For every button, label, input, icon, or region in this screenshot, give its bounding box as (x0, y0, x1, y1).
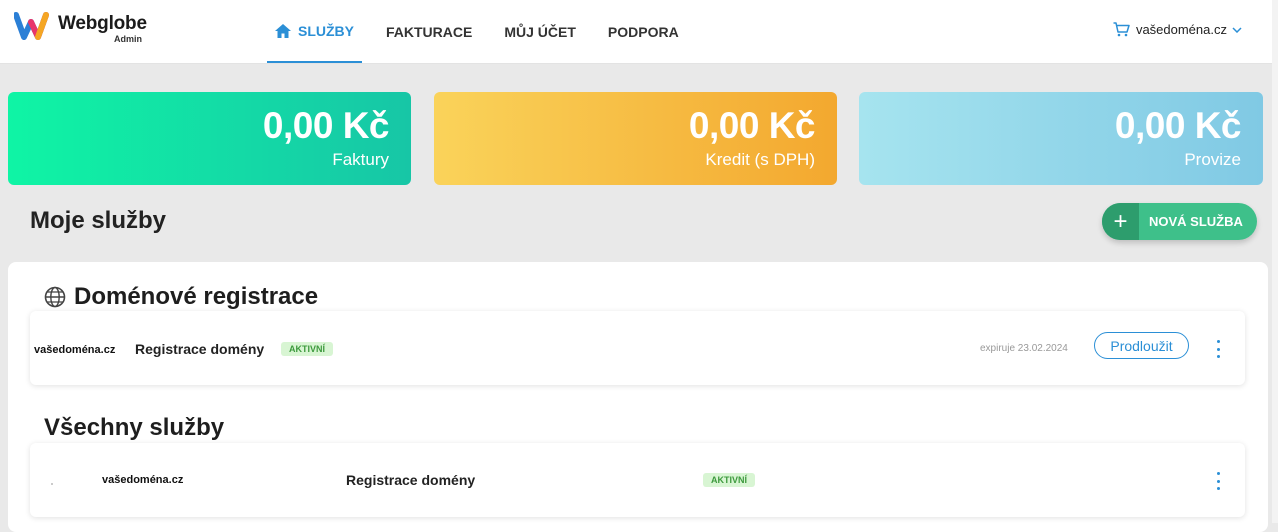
cart-domain-selector[interactable]: vašedoména.cz (1113, 22, 1242, 37)
home-icon (275, 23, 291, 38)
more-options-icon[interactable] (1216, 340, 1220, 358)
stat-card-kredit[interactable]: 0,00 Kč Kredit (s DPH) (434, 92, 837, 185)
stat-label: Kredit (s DPH) (705, 150, 815, 169)
stat-label: Provize (1184, 150, 1241, 169)
renew-button[interactable]: Prodloužit (1094, 332, 1189, 359)
page-title: Moje služby (30, 207, 167, 234)
stat-amount: 0,00 Kč (688, 105, 816, 146)
stat-amount: 0,00 Kč (1114, 105, 1242, 146)
plus-icon: + (1102, 203, 1139, 240)
new-service-button[interactable]: + NOVÁ SLUŽBA (1102, 203, 1257, 240)
stat-card-faktury[interactable]: 0,00 Kč Faktury (8, 92, 411, 185)
cart-domain-label: vašedoména.cz (1135, 22, 1227, 37)
service-name: Registrace domény (346, 472, 476, 488)
globe-icon (44, 286, 66, 308)
domain-logo: vašedoména.cz (34, 344, 116, 356)
section-title-domains: Doménové registrace (44, 283, 318, 311)
nav-label: FAKTURACE (386, 23, 473, 40)
webglobe-logo[interactable]: Webglobe Admin (14, 10, 154, 46)
stat-label: Faktury (332, 150, 389, 169)
top-navigation-bar: Webglobe Admin SLUŽBY FAKTURACE MŮJ ÚČET… (0, 0, 1272, 64)
main-nav: SLUŽBY FAKTURACE MŮJ ÚČET PODPORA (267, 0, 703, 63)
section-title-text: Doménové registrace (74, 283, 319, 310)
cart-icon (1113, 22, 1130, 37)
section-title-all-services: Všechny služby (44, 414, 224, 442)
scrollbar[interactable] (1272, 0, 1278, 523)
stat-card-provize[interactable]: 0,00 Kč Provize (859, 92, 1263, 185)
service-thumbnail (51, 483, 53, 485)
nav-item-muj-ucet[interactable]: MŮJ ÚČET (496, 0, 584, 63)
stat-amount: 0,00 Kč (262, 105, 390, 146)
new-service-label: NOVÁ SLUŽBA (1149, 214, 1243, 229)
chevron-down-icon (1232, 26, 1242, 33)
section-title-text: Všechny služby (44, 414, 225, 441)
more-options-icon[interactable] (1216, 472, 1220, 490)
nav-label: MŮJ ÚČET (504, 23, 576, 40)
domain-logo: vašedoména.cz (102, 474, 184, 486)
domain-registration-row[interactable]: vašedoména.cz Registrace domény AKTIVNÍ … (30, 311, 1245, 385)
status-badge: AKTIVNÍ (281, 342, 333, 356)
status-badge: AKTIVNÍ (703, 473, 755, 487)
service-name: Registrace domény (135, 341, 265, 357)
nav-item-fakturace[interactable]: FAKTURACE (378, 0, 480, 63)
services-panel: Doménové registrace vašedoména.cz Regist… (8, 262, 1268, 532)
expiry-date: expiruje 23.02.2024 (980, 343, 1068, 354)
nav-item-podpora[interactable]: PODPORA (600, 0, 687, 63)
logo-text: Webglobe (58, 13, 147, 34)
nav-label: PODPORA (607, 23, 679, 40)
service-row[interactable]: vašedoména.cz Registrace domény AKTIVNÍ (30, 443, 1245, 517)
logo-subtitle: Admin (114, 34, 142, 44)
nav-label: SLUŽBY (298, 22, 354, 39)
webglobe-logo-mark (14, 12, 49, 40)
nav-item-sluzby[interactable]: SLUŽBY (267, 0, 362, 63)
